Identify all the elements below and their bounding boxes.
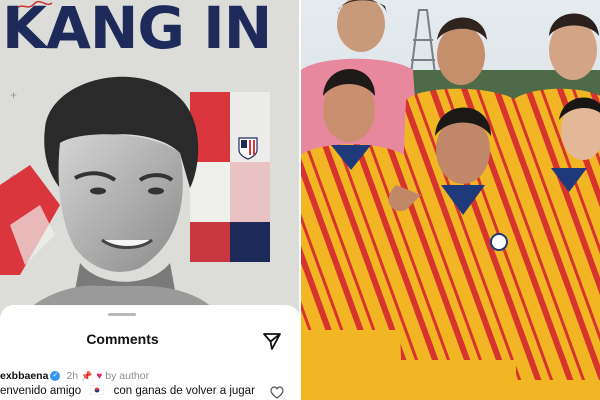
liked-by-author-label: by author <box>105 370 150 382</box>
plus-mark: + <box>10 88 18 102</box>
comment-header: exbbaena ✓ 2h 📌 ♥ by author <box>0 368 149 384</box>
author-heart-icon: ♥ <box>96 370 103 382</box>
verified-badge-icon: ✓ <box>50 371 61 381</box>
south-korea-flag-icon <box>90 385 105 395</box>
comment-username[interactable]: exbbaena <box>0 370 48 382</box>
team-photo-illustration <box>301 0 600 400</box>
screen: KANG IN + + + + <box>0 0 600 400</box>
poster-panel: KANG IN + + + + <box>0 0 300 400</box>
sheet-drag-handle[interactable] <box>108 313 136 316</box>
paper-plane-icon[interactable] <box>262 331 282 351</box>
heart-outline-icon[interactable] <box>270 386 284 399</box>
player-portrait <box>20 76 220 318</box>
atletico-crest-logo <box>238 137 258 160</box>
comment-text-end: con ganas de volver a jugar <box>113 385 255 397</box>
poster-title: KANG IN <box>2 0 272 62</box>
team-photo <box>301 0 600 400</box>
pin-icon: 📌 <box>81 370 93 381</box>
comments-title: Comments <box>86 331 159 347</box>
comment-age: 2h <box>66 370 79 382</box>
comment-text: envenido amigo con ganas de volver a jug… <box>0 385 255 397</box>
comment-text-start: envenido amigo <box>0 385 82 397</box>
